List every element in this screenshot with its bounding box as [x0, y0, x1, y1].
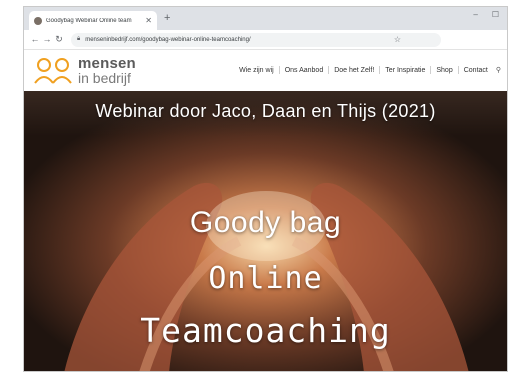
- minimize-icon[interactable]: –: [473, 11, 477, 19]
- main-nav: Wie zijn wij Ons Aanbod Doe het Zelf! Te…: [239, 66, 501, 74]
- window-controls: – ☐: [473, 11, 499, 19]
- nav-item-ter-inspiratie[interactable]: Ter Inspiratie: [385, 67, 425, 74]
- tab-title: Goodybag Webinar Online team: [46, 17, 132, 24]
- nav-item-wie-zijn-wij[interactable]: Wie zijn wij: [239, 67, 274, 74]
- nav-divider: [457, 66, 459, 74]
- hero-heading-goody-bag: Goody bag: [189, 206, 342, 239]
- reload-icon[interactable]: ↻: [53, 35, 65, 44]
- browser-window: Goodybag Webinar Online team ✕ + – ☐ ← →…: [23, 6, 508, 372]
- favicon-icon: [34, 16, 42, 25]
- hero-title: Webinar door Jaco, Daan en Thijs (2021): [95, 101, 436, 121]
- browser-tab[interactable]: Goodybag Webinar Online team ✕: [29, 11, 157, 30]
- search-icon[interactable]: ⚲: [496, 66, 501, 74]
- maximize-icon[interactable]: ☐: [492, 11, 499, 19]
- hero-banner: Webinar door Jaco, Daan en Thijs (2021) …: [24, 91, 507, 371]
- url-text: menseninbedrijf.com/goodybag-webinar-onl…: [85, 36, 251, 43]
- nav-item-ons-aanbod[interactable]: Ons Aanbod: [285, 67, 324, 74]
- new-tab-icon[interactable]: +: [164, 13, 170, 24]
- tab-strip: Goodybag Webinar Online team ✕ + – ☐: [24, 7, 507, 30]
- nav-item-doe-het-zelf[interactable]: Doe het Zelf!: [334, 67, 374, 74]
- address-bar[interactable]: 🔒︎ menseninbedrijf.com/goodybag-webinar-…: [71, 32, 441, 47]
- bookmark-star-icon[interactable]: ☆: [394, 35, 401, 44]
- nav-divider: [430, 66, 432, 74]
- logo-text-line2: in bedrijf: [78, 70, 131, 86]
- hero-heading-teamcoaching: Teamcoaching: [140, 311, 391, 350]
- logo-people-icon: [34, 58, 72, 84]
- nav-divider: [278, 66, 280, 74]
- lock-icon: 🔒︎: [77, 36, 81, 42]
- address-toolbar: ← → ↻ 🔒︎ menseninbedrijf.com/goodybag-we…: [24, 30, 507, 50]
- nav-item-shop[interactable]: Shop: [436, 67, 452, 74]
- back-icon[interactable]: ←: [29, 35, 41, 44]
- nav-divider: [379, 66, 381, 74]
- nav-item-contact[interactable]: Contact: [464, 67, 488, 74]
- site-logo[interactable]: mensen in bedrijf: [34, 55, 144, 87]
- site-header: mensen in bedrijf Wie zijn wij Ons Aanbo…: [24, 51, 507, 91]
- forward-icon[interactable]: →: [41, 35, 53, 44]
- hero-heading-online: Online: [208, 261, 323, 296]
- nav-divider: [328, 66, 330, 74]
- close-icon[interactable]: ✕: [145, 16, 152, 25]
